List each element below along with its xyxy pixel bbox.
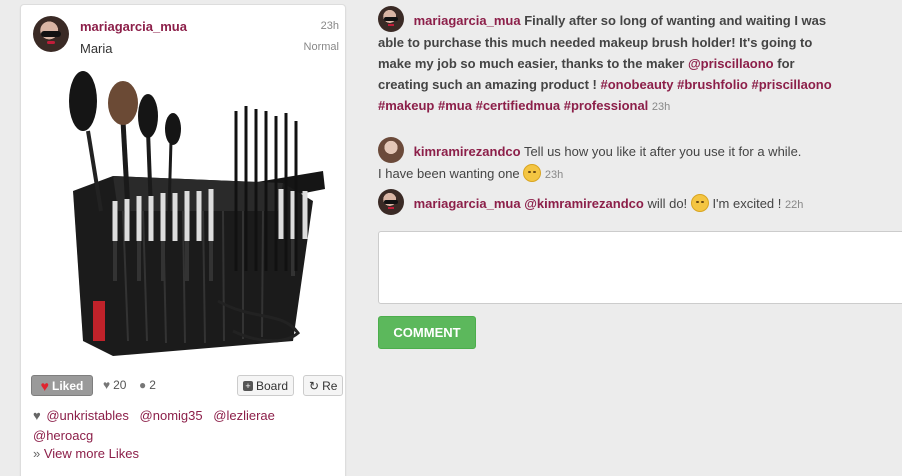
avatar[interactable] bbox=[33, 16, 69, 52]
username-link[interactable]: kimramirezandco bbox=[414, 144, 521, 159]
mention-link[interactable]: @priscillaono bbox=[688, 56, 774, 71]
full-name: Maria bbox=[80, 41, 113, 56]
hashtag-link[interactable]: #makeup bbox=[378, 98, 434, 113]
hashtag-link[interactable]: #mua bbox=[438, 98, 472, 113]
liker-link[interactable]: @lezlierae bbox=[213, 408, 275, 423]
chevron-right-icon: » bbox=[33, 446, 41, 461]
heart-icon: ♥ bbox=[33, 408, 41, 423]
filter-label: Normal bbox=[303, 41, 339, 53]
username-link[interactable]: mariagarcia_mua bbox=[80, 19, 187, 34]
liked-button[interactable]: ♥ Liked bbox=[31, 375, 93, 396]
repost-label: Re bbox=[322, 378, 338, 393]
liker-link[interactable]: @nomig35 bbox=[140, 408, 203, 423]
repost-icon: ↻ bbox=[309, 378, 320, 393]
board-button[interactable]: + Board bbox=[237, 375, 295, 396]
action-bar: ♥ Liked ♥ 20 ● 2 + Board ↻ Re bbox=[31, 374, 344, 398]
plus-icon: + bbox=[243, 380, 253, 391]
post-card: mariagarcia_mua Maria 23h Normal ♥ Liked… bbox=[20, 4, 346, 476]
avatar[interactable] bbox=[378, 6, 404, 32]
repost-button[interactable]: ↻ Re bbox=[303, 375, 344, 396]
caption-time: 23h bbox=[651, 101, 671, 113]
hashtag-link[interactable]: #professional bbox=[564, 98, 649, 113]
post-time: 23h bbox=[320, 20, 339, 32]
comment-text: I'm excited ! bbox=[712, 196, 782, 211]
likers-list: ♥ @unkristables @nomig35 @lezlierae @her… bbox=[33, 406, 333, 446]
view-more-likes-link[interactable]: » View more Likes bbox=[33, 446, 139, 461]
board-label: Board bbox=[256, 378, 289, 393]
comment-button[interactable]: COMMENT bbox=[378, 316, 476, 349]
mention-link[interactable]: @kimramirezandco bbox=[524, 196, 644, 211]
hashtag-link[interactable]: #onobeauty bbox=[601, 77, 674, 92]
wink-emoji-icon bbox=[690, 194, 709, 212]
comment-text: Tell us how you like it after you use it… bbox=[523, 144, 802, 159]
card-header: mariagarcia_mua Maria 23h Normal bbox=[33, 16, 339, 60]
liker-link[interactable]: @unkristables bbox=[46, 408, 129, 423]
smile-emoji-icon bbox=[523, 164, 542, 182]
hashtag-link[interactable]: #certifiedmua bbox=[476, 98, 561, 113]
view-more-label: View more Likes bbox=[43, 446, 139, 461]
username-link[interactable]: mariagarcia_mua bbox=[414, 196, 521, 211]
comment: mariagarcia_mua @kimramirezandco will do… bbox=[378, 189, 878, 216]
liked-label: Liked bbox=[51, 378, 84, 393]
comment-text: I have been wanting one bbox=[378, 166, 520, 181]
likes-stat[interactable]: ♥ 20 bbox=[103, 378, 126, 392]
comment-input[interactable] bbox=[378, 231, 902, 304]
comment-time: 23h bbox=[544, 169, 564, 181]
comments-stat[interactable]: ● 2 bbox=[139, 378, 156, 392]
post-photo[interactable] bbox=[53, 71, 331, 369]
username-link[interactable]: mariagarcia_mua bbox=[414, 13, 521, 28]
heart-icon: ♥ bbox=[40, 377, 49, 394]
hashtag-link[interactable]: #brushfolio bbox=[677, 77, 748, 92]
post-caption: mariagarcia_mua Finally after so long of… bbox=[378, 6, 848, 118]
avatar[interactable] bbox=[378, 137, 404, 163]
comment-time: 22h bbox=[785, 199, 804, 211]
liker-link[interactable]: @heroacg bbox=[33, 428, 93, 443]
comment-text: will do! bbox=[647, 196, 688, 211]
hashtag-link[interactable]: #priscillaono bbox=[752, 77, 832, 92]
comment-bubble-icon: ● bbox=[139, 378, 147, 392]
likes-count: 20 bbox=[113, 378, 127, 392]
comment: kimramirezandco Tell us how you like it … bbox=[378, 137, 878, 186]
avatar[interactable] bbox=[378, 189, 404, 215]
comments-count: 2 bbox=[149, 378, 156, 392]
heart-outline-icon: ♥ bbox=[103, 378, 111, 392]
